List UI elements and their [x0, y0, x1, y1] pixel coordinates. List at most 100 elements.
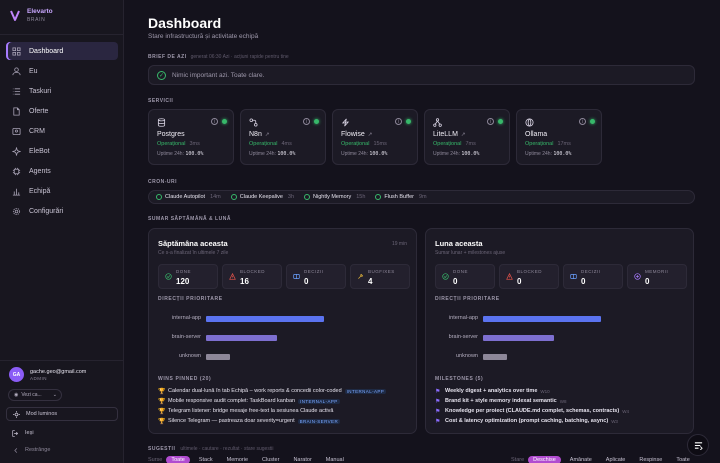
info-icon[interactable]: i [303, 118, 310, 125]
cron-item[interactable]: Nightly Memory 15h [304, 194, 365, 200]
quick-actions-button[interactable] [687, 434, 709, 456]
filter-chip[interactable]: Toate [166, 456, 190, 463]
service-card[interactable]: i N8n ↗ Operațional 4ms Uptime 24h: 100.0% [240, 109, 326, 165]
cron-item[interactable]: Claude Keepalive 3h [230, 194, 294, 200]
suggestions-title: SUGESTII [148, 446, 176, 452]
stat-bugfixes: BUGFIXES 4 [350, 264, 410, 289]
win-item[interactable]: 🏆 Calendar dual-lună în tab Echipă – work… [158, 386, 387, 396]
stat-label: DONE [453, 269, 469, 274]
info-icon[interactable]: i [395, 118, 402, 125]
eye-icon: ◉ [14, 392, 19, 398]
service-latency: 3ms [189, 141, 200, 147]
week-directions-label: DIRECȚII PRIORITARE [158, 296, 223, 302]
stat-done-icon [442, 273, 449, 280]
win-item[interactable]: 🏆 Silence Telegram — pastreaza doar sever… [158, 416, 386, 426]
milestone-item[interactable]: ⚑ Cost & latency optimization (prompt cac… [435, 416, 629, 426]
milestone-item[interactable]: ⚑ Knowledge per proiect (CLAUDE.md comple… [435, 406, 629, 416]
milestone-text: Brand kit + style memory indexat semanti… [445, 398, 557, 404]
service-status-row: Operațional 3ms [157, 141, 200, 147]
app-logo[interactable]: Elevarto BRAIN [9, 9, 53, 23]
filter-prefix: Surse [148, 457, 163, 463]
sidebar-item-oferte[interactable]: Oferte [6, 102, 118, 120]
sidebar-item-label: Oferte [29, 107, 49, 115]
service-card[interactable]: i Ollama Operațional 17ms Uptime 24h: 100.0% [516, 109, 602, 165]
sidebar-item-agents[interactable]: Agents [6, 162, 118, 180]
sidebar: Elevarto BRAIN Dashboard Eu Taskuri Oferte C… [0, 0, 124, 463]
win-item[interactable]: 🏆 Mobile responsive audit complet: TaskBo… [158, 396, 386, 406]
uptime-label: Uptime 24h: [433, 151, 460, 157]
month-summary-panel: Luna aceasta Sumar lunar + milestones aj… [425, 228, 694, 434]
chart-icon [12, 187, 21, 196]
filter-chip[interactable]: Cluster [257, 456, 284, 463]
user-profile[interactable]: GA gache.geo@gmail.com ADMIN [9, 367, 86, 382]
uptime-value: 100.0% [553, 151, 572, 157]
filter-chip[interactable]: Manual [321, 456, 349, 463]
milestones-list: ⚑ Weekly digest + analytics over time W10 ⚑… [435, 386, 629, 426]
avatar: GA [9, 367, 24, 382]
cron-age: 14m [210, 194, 221, 200]
cron-item[interactable]: Claude Autopilot 14m [156, 194, 221, 200]
check-circle-icon [230, 194, 237, 200]
cron-item[interactable]: Flush Buffer 9m [375, 194, 427, 200]
service-card[interactable]: i Flowise ↗ Operațional 15ms Uptime 24h: 100.… [332, 109, 418, 165]
win-item[interactable]: 🏆 Telegram listener: bridge mesaje free-t… [158, 406, 386, 416]
info-icon[interactable]: i [579, 118, 586, 125]
app-sub: BRAIN [27, 16, 46, 23]
logout-button[interactable]: Ieși [6, 426, 118, 440]
month-title: Luna aceasta [435, 239, 483, 248]
sidebar-item-crm[interactable]: CRM [6, 122, 118, 140]
stat-bugfixes-icon [357, 273, 364, 280]
wins-label: WINS PINNED (20) [158, 376, 212, 382]
direction-bar [206, 354, 230, 360]
sidebar-item-label: Agents [29, 167, 51, 175]
info-icon[interactable]: i [211, 118, 218, 125]
external-link-icon[interactable]: ↗ [368, 132, 373, 138]
milestone-item[interactable]: ⚑ Weekly digest + analytics over time W10 [435, 386, 629, 396]
logout-label: Ieși [25, 430, 34, 436]
service-name-row: LiteLLM ↗ [433, 131, 466, 138]
workflow-icon [249, 118, 258, 127]
view-as-label: Vezi ca... [21, 392, 42, 398]
filter-chip[interactable]: Stack [194, 456, 218, 463]
info-icon[interactable]: i [487, 118, 494, 125]
service-card[interactable]: i LiteLLM ↗ Operațional 7ms Uptime 24h: 100.0… [424, 109, 510, 165]
milestone-item[interactable]: ⚑ Brand kit + style memory indexat semant… [435, 396, 629, 406]
filter-chip[interactable]: Aplicate [601, 456, 631, 463]
external-link-icon[interactable]: ↗ [265, 132, 270, 138]
light-mode-button[interactable]: Mod luminos [6, 407, 118, 421]
uptime-label: Uptime 24h: [157, 151, 184, 157]
direction-bar [483, 335, 554, 341]
network-icon [433, 118, 442, 127]
filter-chip[interactable]: Amânate [565, 456, 597, 463]
direction-tag: BRAIN-SERVER [297, 418, 341, 424]
cron-age: 9m [418, 194, 427, 200]
user-role: ADMIN [30, 375, 47, 381]
service-card[interactable]: i Postgres Operațional 3ms Uptime 24h: 100.0… [148, 109, 234, 165]
filter-chip[interactable]: Respinse [634, 456, 667, 463]
sidebar-item-configur-ri[interactable]: Configurări [6, 202, 118, 220]
summary-label: SUMAR SĂPTĂMÂNĂ & LUNĂ [148, 216, 231, 222]
sidebar-item-taskuri[interactable]: Taskuri [6, 82, 118, 100]
stat-done: DONE 0 [435, 264, 495, 289]
stat-value: 4 [368, 277, 373, 286]
collapse-sidebar-button[interactable]: Restrânge [6, 443, 118, 457]
state-filter-chips: Stare Deschise Amânate Aplicate Respinse Toat… [511, 456, 695, 463]
sidebar-item-eu[interactable]: Eu [6, 62, 118, 80]
sidebar-item-echip-[interactable]: Echipă [6, 182, 118, 200]
filter-chip[interactable]: Deschise [528, 456, 561, 463]
view-as-select[interactable]: ◉ Vezi ca... ⌄ [8, 389, 62, 401]
external-link-icon[interactable]: ↗ [461, 132, 466, 138]
milestone-week: W10 [540, 388, 550, 394]
filter-chip[interactable]: Memorie [222, 456, 253, 463]
service-name: N8n [249, 131, 262, 138]
logo-mark-icon [10, 10, 20, 21]
status-dot [406, 119, 411, 124]
sidebar-item-dashboard[interactable]: Dashboard [6, 42, 118, 60]
flag-icon: ⚑ [435, 418, 441, 425]
uptime-label: Uptime 24h: [525, 151, 552, 157]
grid-icon [12, 46, 21, 56]
service-status-row: Operațional 4ms [249, 141, 292, 147]
filter-chip[interactable]: Narator [288, 456, 316, 463]
filter-chip[interactable]: Toate [671, 456, 694, 463]
sidebar-item-elebot[interactable]: EleBot [6, 142, 118, 160]
